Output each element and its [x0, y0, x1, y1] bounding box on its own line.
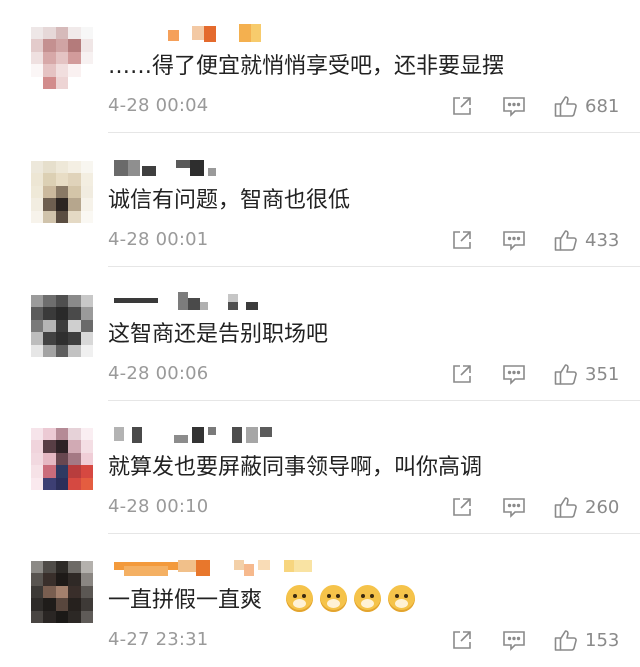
share-button[interactable] — [450, 226, 474, 254]
comment-meta: 4-28 00:04 681 — [108, 92, 628, 120]
doge-emoji-icon — [354, 585, 382, 612]
comment-item: 诚信有问题，智商也很低 4-28 00:01 433 — [0, 134, 640, 267]
comment-meta: 4-27 23:31 153 — [108, 626, 628, 654]
timestamp: 4-28 00:10 — [108, 496, 209, 517]
thumbs-up-icon — [553, 93, 579, 119]
avatar[interactable] — [31, 561, 93, 623]
thumbs-up-icon — [553, 494, 579, 520]
like-button[interactable]: 433 — [553, 226, 619, 254]
like-button[interactable]: 681 — [553, 92, 619, 120]
like-count: 260 — [585, 496, 620, 518]
doge-emoji-icon — [388, 585, 416, 612]
comment-text: 一直拼假一直爽 — [108, 584, 422, 618]
username-redacted[interactable] — [112, 290, 352, 312]
share-button[interactable] — [450, 626, 474, 654]
share-icon — [450, 94, 474, 118]
username-redacted[interactable] — [112, 156, 352, 178]
like-count: 351 — [585, 363, 620, 385]
thumbs-up-icon — [553, 227, 579, 253]
share-button[interactable] — [450, 360, 474, 388]
comment-text: ……得了便宜就悄悄享受吧，还非要显摆 — [108, 54, 505, 79]
thumbs-up-icon — [553, 361, 579, 387]
share-button[interactable] — [450, 92, 474, 120]
timestamp: 4-28 00:06 — [108, 363, 209, 384]
timestamp: 4-27 23:31 — [108, 629, 209, 650]
share-icon — [450, 495, 474, 519]
comment-icon — [501, 628, 527, 652]
like-count: 681 — [585, 95, 620, 117]
share-button[interactable] — [450, 493, 474, 521]
comment-text-content: 一直拼假一直爽 — [108, 588, 263, 613]
divider — [108, 132, 640, 133]
share-icon — [450, 362, 474, 386]
like-button[interactable]: 153 — [553, 626, 619, 654]
timestamp: 4-28 00:04 — [108, 95, 209, 116]
comment-item: ……得了便宜就悄悄享受吧，还非要显摆 4-28 00:04 681 — [0, 0, 640, 133]
comment-text: 诚信有问题，智商也很低 — [108, 188, 351, 213]
reply-button[interactable] — [501, 626, 527, 654]
reply-button[interactable] — [501, 92, 527, 120]
comment-icon — [501, 228, 527, 252]
comment-meta: 4-28 00:01 433 — [108, 226, 628, 254]
like-count: 153 — [585, 629, 620, 651]
share-icon — [450, 228, 474, 252]
reply-button[interactable] — [501, 493, 527, 521]
share-icon — [450, 628, 474, 652]
username-redacted[interactable] — [112, 556, 352, 578]
comment-meta: 4-28 00:06 351 — [108, 360, 628, 388]
comment-item: 这智商还是告别职场吧 4-28 00:06 351 — [0, 268, 640, 401]
avatar[interactable] — [31, 27, 93, 89]
comment-item: 就算发也要屏蔽同事领导啊，叫你高调 4-28 00:10 260 — [0, 401, 640, 534]
reply-button[interactable] — [501, 360, 527, 388]
reply-button[interactable] — [501, 226, 527, 254]
comment-text: 就算发也要屏蔽同事领导啊，叫你高调 — [108, 455, 483, 480]
like-count: 433 — [585, 229, 620, 251]
thumbs-up-icon — [553, 627, 579, 653]
avatar[interactable] — [31, 295, 93, 357]
comment-item: 一直拼假一直爽 4-27 23:31 153 — [0, 534, 640, 667]
avatar[interactable] — [31, 161, 93, 223]
comment-meta: 4-28 00:10 260 — [108, 493, 628, 521]
comment-icon — [501, 94, 527, 118]
like-button[interactable]: 351 — [553, 360, 619, 388]
username-redacted[interactable] — [112, 423, 352, 445]
comment-text: 这智商还是告别职场吧 — [108, 322, 329, 347]
avatar[interactable] — [31, 428, 93, 490]
comment-icon — [501, 362, 527, 386]
doge-emoji-icon — [320, 585, 348, 612]
doge-emoji-icon — [286, 585, 314, 612]
timestamp: 4-28 00:01 — [108, 229, 209, 250]
like-button[interactable]: 260 — [553, 493, 619, 521]
divider — [108, 266, 640, 267]
comment-icon — [501, 495, 527, 519]
username-redacted[interactable] — [112, 22, 352, 44]
